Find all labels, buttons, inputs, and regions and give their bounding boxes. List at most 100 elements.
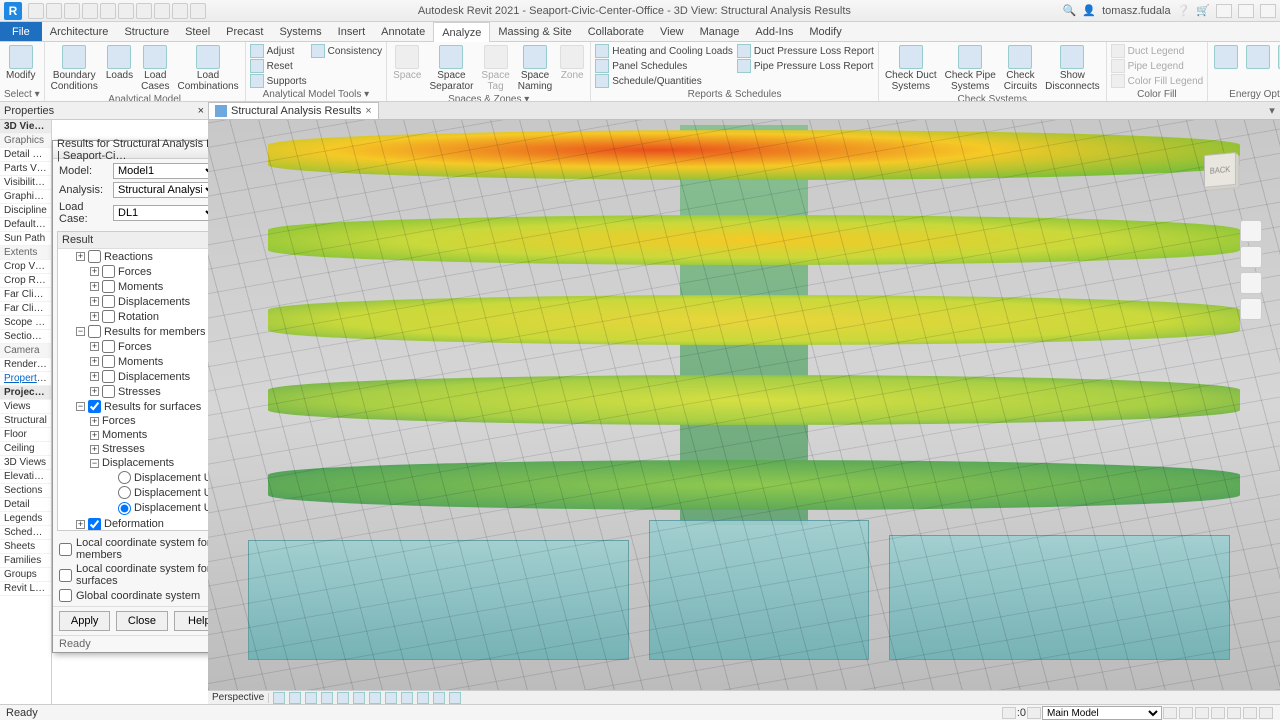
properties-row[interactable]: Visibility/Graphics (0, 176, 51, 190)
properties-row[interactable]: Section Box (0, 330, 51, 344)
tab-addins[interactable]: Add-Ins (747, 22, 801, 41)
nav-pan-icon[interactable] (1240, 246, 1262, 268)
properties-row[interactable]: Detail Level (0, 148, 51, 162)
tab-architecture[interactable]: Architecture (42, 22, 117, 41)
ribbon-row-button[interactable]: Panel Schedules (595, 59, 733, 73)
loadcase-select[interactable]: DL1 (113, 205, 219, 221)
browser-item[interactable]: Legends (0, 512, 51, 526)
cart-icon[interactable]: 🛒 (1196, 4, 1210, 17)
properties-row[interactable]: Far Clip Offset (0, 302, 51, 316)
ribbon-button[interactable]: Space Tag (479, 44, 511, 93)
properties-row[interactable]: Crop Region (0, 274, 51, 288)
user-icon[interactable]: 👤 (1082, 4, 1096, 17)
properties-row[interactable]: Sun Path (0, 232, 51, 246)
ribbon-button[interactable]: Loads (104, 44, 135, 82)
qat-redo-icon[interactable] (82, 3, 98, 19)
tree-checkbox[interactable] (102, 340, 115, 353)
main-model-select[interactable]: Main Model (1042, 706, 1162, 720)
select-links-icon[interactable] (1179, 707, 1193, 719)
browser-item[interactable]: Detail (0, 498, 51, 512)
ribbon-button[interactable]: Show Disconnects (1043, 44, 1101, 93)
properties-row[interactable]: Far Clip Active (0, 288, 51, 302)
properties-help-link[interactable]: Properties help (0, 372, 51, 386)
crop-icon[interactable] (337, 692, 349, 704)
help-icon[interactable]: ❔ (1177, 4, 1191, 17)
tab-massingsite[interactable]: Massing & Site (490, 22, 579, 41)
lock-icon[interactable] (369, 692, 381, 704)
ribbon-button[interactable] (1244, 44, 1272, 70)
tree-expand-icon[interactable]: + (90, 445, 99, 454)
tree-radio[interactable] (118, 486, 131, 499)
tree-checkbox[interactable] (102, 385, 115, 398)
tree-radio[interactable] (118, 502, 131, 515)
ribbon-row-button[interactable]: Heating and Cooling Loads (595, 44, 733, 58)
document-tabs-dropdown[interactable]: ▾ (1264, 102, 1280, 119)
ribbon-button[interactable] (1276, 44, 1280, 70)
qat-open-icon[interactable] (28, 3, 44, 19)
tree-checkbox[interactable] (102, 370, 115, 383)
analysis-select[interactable]: Structural Analysis Results (113, 182, 219, 198)
tree-checkbox[interactable] (102, 310, 115, 323)
nav-zoom-icon[interactable] (1240, 272, 1262, 294)
browser-item[interactable]: Revit Links (0, 582, 51, 596)
properties-close-icon[interactable]: × (198, 105, 204, 117)
apply-button[interactable]: Apply (59, 611, 110, 631)
browser-item[interactable]: Families (0, 554, 51, 568)
rendering-icon[interactable] (321, 692, 333, 704)
browser-item[interactable]: Elevations (0, 470, 51, 484)
ribbon-row-button[interactable]: Reset (250, 59, 307, 73)
browser-item[interactable]: Views (0, 400, 51, 414)
browser-item[interactable]: Structural (0, 414, 51, 428)
tree-expand-icon[interactable]: + (90, 282, 99, 291)
tree-expand-icon[interactable]: + (90, 312, 99, 321)
view-cube-face[interactable]: BACK (1204, 152, 1236, 188)
qat-more-icon[interactable] (154, 3, 170, 19)
nav-orbit-icon[interactable] (1240, 298, 1262, 320)
tree-checkbox[interactable] (102, 265, 115, 278)
view-cube[interactable]: BACK (1190, 140, 1250, 200)
model-select[interactable]: Model1 (113, 163, 219, 179)
filter-icon[interactable] (1163, 707, 1177, 719)
tree-checkbox[interactable] (102, 355, 115, 368)
tree-expand-icon[interactable]: + (90, 357, 99, 366)
ribbon-button[interactable]: Check Duct Systems (883, 44, 939, 93)
tree-expand-icon[interactable]: + (90, 297, 99, 306)
tree-checkbox[interactable] (88, 400, 101, 413)
tree-expand-icon[interactable]: + (76, 520, 85, 529)
document-tab[interactable]: Structural Analysis Results × (208, 102, 379, 119)
editable-only-icon[interactable] (1027, 707, 1041, 719)
tree-checkbox[interactable] (88, 518, 101, 531)
tree-expand-icon[interactable]: + (90, 372, 99, 381)
browser-item[interactable]: Floor (0, 428, 51, 442)
tree-expand-icon[interactable]: − (76, 402, 85, 411)
tree-checkbox[interactable] (102, 280, 115, 293)
ribbon-button[interactable]: Space (391, 44, 423, 82)
tree-expand-icon[interactable]: + (90, 342, 99, 351)
select-pinned-icon[interactable] (1211, 707, 1225, 719)
close-button[interactable] (1260, 4, 1276, 18)
visual-style-icon[interactable] (273, 692, 285, 704)
properties-row[interactable]: Graphics (0, 134, 51, 148)
ribbon-button[interactable]: Space Separator (427, 44, 475, 93)
project-browser-header[interactable]: Project Browser (0, 386, 51, 400)
tree-expand-icon[interactable]: + (90, 267, 99, 276)
browser-item[interactable]: Schedules (0, 526, 51, 540)
search-icon[interactable]: 🔍 (1063, 4, 1077, 17)
ribbon-row-button[interactable]: Consistency (311, 44, 382, 58)
properties-row[interactable]: Discipline (0, 204, 51, 218)
browser-item[interactable]: Sections (0, 484, 51, 498)
shadows-icon[interactable] (305, 692, 317, 704)
workset-icon[interactable] (1002, 707, 1016, 719)
select-face-icon[interactable] (1227, 707, 1241, 719)
properties-row[interactable]: Crop View (0, 260, 51, 274)
ribbon-button[interactable]: Check Pipe Systems (943, 44, 998, 93)
qat-save-icon[interactable] (46, 3, 62, 19)
tab-insert[interactable]: Insert (330, 22, 374, 41)
tab-collaborate[interactable]: Collaborate (580, 22, 652, 41)
tree-expand-icon[interactable]: + (90, 431, 99, 440)
tab-file[interactable]: File (0, 22, 42, 41)
worksharing-icon[interactable] (417, 692, 429, 704)
tab-modify[interactable]: Modify (801, 22, 849, 41)
tab-steel[interactable]: Steel (177, 22, 218, 41)
qat-dropdown-icon[interactable] (190, 3, 206, 19)
